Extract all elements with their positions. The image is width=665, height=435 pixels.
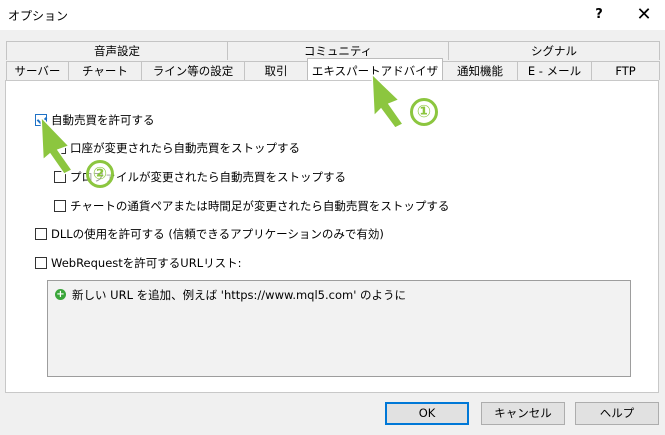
option-stop-symbol[interactable]: チャートの通貨ペアまたは時間足が変更されたら自動売買をストップする bbox=[54, 198, 449, 214]
auto-trading-checkbox[interactable] bbox=[35, 114, 47, 126]
allow-webrequest-label: WebRequestを許可するURLリスト: bbox=[51, 256, 242, 270]
tab-charts[interactable]: チャート bbox=[68, 61, 142, 80]
window-title: オプション bbox=[8, 9, 69, 23]
option-allow-dll[interactable]: DLLの使用を許可する (信頼できるアプリケーションのみで有効) bbox=[35, 226, 384, 242]
annotation-one: ① bbox=[410, 98, 438, 126]
help-icon[interactable]: ? bbox=[585, 3, 613, 27]
ok-button[interactable]: OK bbox=[385, 402, 469, 425]
option-auto-trading[interactable]: 自動売買を許可する bbox=[35, 112, 155, 128]
add-url-hint[interactable]: 新しい URL を追加、例えば 'https://www.mql5.com' の… bbox=[72, 287, 406, 303]
tab-objects[interactable]: ライン等の設定 bbox=[141, 61, 245, 80]
stop-account-checkbox[interactable] bbox=[54, 142, 66, 154]
allow-dll-label: DLLの使用を許可する (信頼できるアプリケーションのみで有効) bbox=[51, 227, 384, 241]
stop-symbol-label: チャートの通貨ペアまたは時間足が変更されたら自動売買をストップする bbox=[70, 199, 450, 213]
cancel-button[interactable]: キャンセル bbox=[481, 402, 565, 425]
url-list[interactable]: + 新しい URL を追加、例えば 'https://www.mql5.com'… bbox=[47, 280, 631, 377]
tab-sound[interactable]: 音声設定 bbox=[6, 41, 228, 60]
auto-trading-label: 自動売買を許可する bbox=[51, 113, 155, 127]
tab-notifications[interactable]: 通知機能 bbox=[442, 61, 518, 80]
stop-profile-checkbox[interactable] bbox=[54, 171, 66, 183]
tab-trade[interactable]: 取引 bbox=[244, 61, 308, 80]
plus-circle-icon[interactable]: + bbox=[55, 289, 66, 300]
tab-server[interactable]: サーバー bbox=[6, 61, 69, 80]
close-icon[interactable]: ✕ bbox=[630, 3, 658, 27]
title-bar: オプション ? ✕ bbox=[0, 0, 665, 30]
allow-dll-checkbox[interactable] bbox=[35, 228, 47, 240]
tab-signals[interactable]: シグナル bbox=[448, 41, 660, 60]
stop-symbol-checkbox[interactable] bbox=[54, 200, 66, 212]
help-button[interactable]: ヘルプ bbox=[575, 402, 659, 425]
tab-ftp[interactable]: FTP bbox=[591, 61, 660, 80]
tab-expert-advisors[interactable]: エキスパートアドバイザ bbox=[307, 58, 443, 80]
allow-webrequest-checkbox[interactable] bbox=[35, 257, 47, 269]
option-allow-webrequest[interactable]: WebRequestを許可するURLリスト: bbox=[35, 255, 241, 271]
stop-account-label: 口座が変更されたら自動売買をストップする bbox=[70, 141, 300, 155]
annotation-two: ② bbox=[86, 160, 114, 188]
option-stop-account[interactable]: 口座が変更されたら自動売買をストップする bbox=[54, 140, 300, 156]
tab-email[interactable]: E - メール bbox=[517, 61, 592, 80]
